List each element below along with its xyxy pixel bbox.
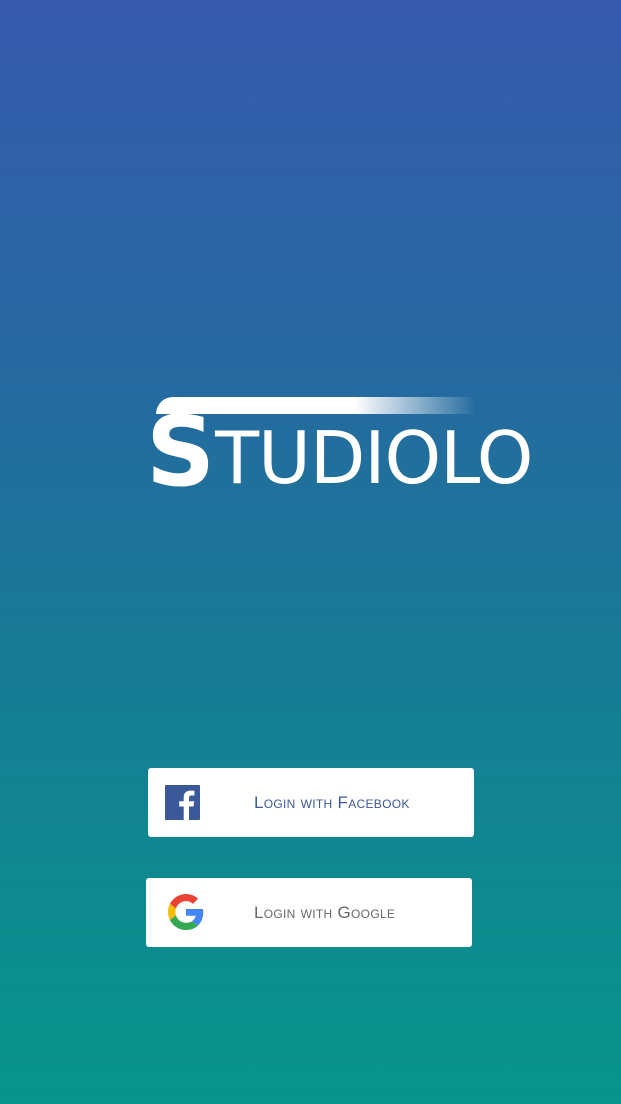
google-icon [168,894,204,930]
login-facebook-button[interactable]: Login with Facebook [148,768,474,837]
login-google-button[interactable]: Login with Google [146,878,472,947]
app-logo: S TUDIOLO [146,397,533,500]
login-google-label: Login with Google [254,902,396,922]
logo-rest: TUDIOLO [215,416,533,500]
logo-wordmark: S TUDIOLO [146,396,533,508]
logo-initial: S [146,396,215,508]
login-facebook-label: Login with Facebook [254,792,410,812]
facebook-icon [165,785,200,820]
